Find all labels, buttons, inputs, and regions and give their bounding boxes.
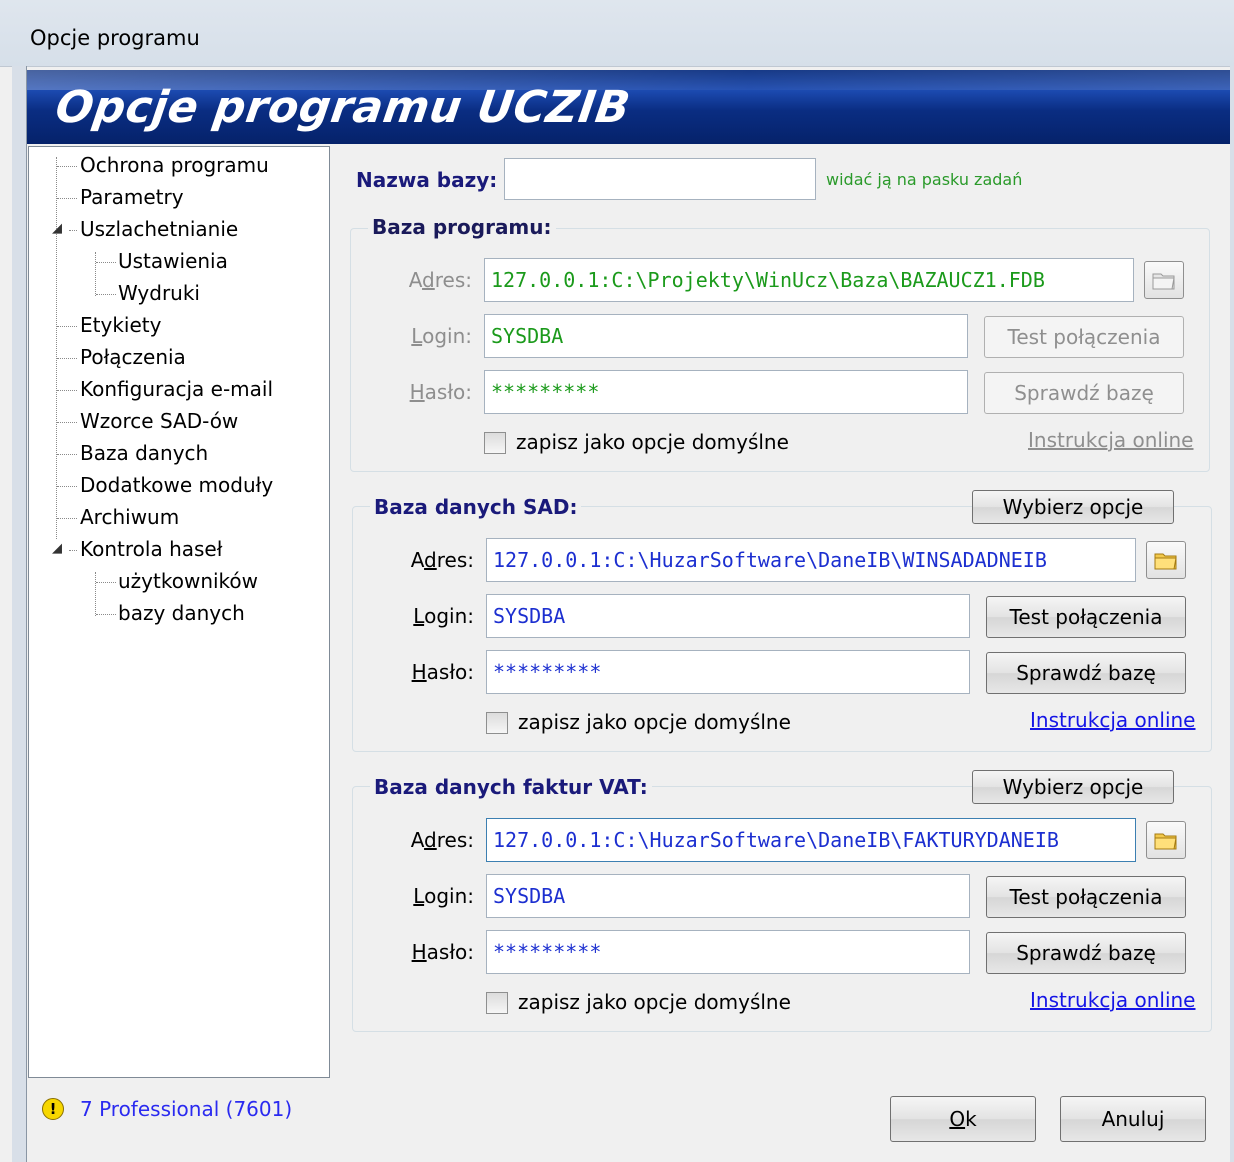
db-name-label: Nazwa bazy: xyxy=(356,168,498,192)
folder-icon xyxy=(1154,553,1177,570)
sad-test-connection-button[interactable]: Test połączenia xyxy=(986,596,1186,638)
vat-address-input[interactable]: 127.0.0.1:C:\HuzarSoftware\DaneIB\FAKTUR… xyxy=(486,818,1136,862)
sad-db-title: Baza danych SAD: xyxy=(370,495,582,519)
tree-line xyxy=(57,454,77,455)
options-tree[interactable]: Ochrona programu Parametry ◢ Uszlachetni… xyxy=(28,146,330,1078)
vat-save-default-checkbox[interactable] xyxy=(486,992,508,1014)
tree-line xyxy=(57,358,77,359)
tree-line xyxy=(69,550,77,551)
tree-item-parametry[interactable]: Parametry xyxy=(80,185,184,209)
tree-line xyxy=(57,390,77,391)
program-password-input[interactable]: ********* xyxy=(484,370,968,414)
tree-line xyxy=(57,518,77,519)
tree-line xyxy=(95,252,96,296)
vat-save-default-label: zapisz jako opcje domyślne xyxy=(518,990,791,1014)
tree-item-ochrona-programu[interactable]: Ochrona programu xyxy=(80,153,269,177)
sad-check-db-button[interactable]: Sprawdź bazę xyxy=(986,652,1186,694)
password-label: Hasło: xyxy=(409,380,472,404)
vat-choose-options-button[interactable]: Wybierz opcje xyxy=(972,770,1174,804)
address-label: Adres: xyxy=(408,268,472,292)
tree-item-wzorce-sad[interactable]: Wzorce SAD-ów xyxy=(80,409,238,433)
db-name-input[interactable] xyxy=(504,158,816,200)
vat-password-input[interactable]: ********* xyxy=(486,930,970,974)
sad-password-input[interactable]: ********* xyxy=(486,650,970,694)
address-label: Adres: xyxy=(410,548,474,572)
warning-icon: ! xyxy=(42,1098,64,1120)
window-title: Opcje programu xyxy=(30,26,200,50)
program-login-input[interactable]: SYSDBA xyxy=(484,314,968,358)
tree-item-archiwum[interactable]: Archiwum xyxy=(80,505,179,529)
vat-login-input[interactable]: SYSDBA xyxy=(486,874,970,918)
vat-db-title: Baza danych faktur VAT: xyxy=(370,775,652,799)
tree-item-polaczenia[interactable]: Połączenia xyxy=(80,345,186,369)
tree-item-bazy-danych[interactable]: bazy danych xyxy=(118,601,245,625)
sad-choose-options-button[interactable]: Wybierz opcje xyxy=(972,490,1174,524)
db-name-hint: widać ją na pasku zadań xyxy=(826,170,1023,189)
program-test-connection-button[interactable]: Test połączenia xyxy=(984,316,1184,358)
window-frame-right xyxy=(1230,66,1234,1162)
sad-save-default-label: zapisz jako opcje domyślne xyxy=(518,710,791,734)
tree-item-wydruki[interactable]: Wydruki xyxy=(118,281,200,305)
program-check-db-button[interactable]: Sprawdź bazę xyxy=(984,372,1184,414)
tree-line xyxy=(96,262,116,263)
status-text: 7 Professional (7601) xyxy=(80,1097,293,1121)
tree-item-uszlachetnianie[interactable]: Uszlachetnianie xyxy=(80,217,238,241)
expand-triangle-icon[interactable]: ◢ xyxy=(52,541,62,556)
tree-item-dodatkowe-moduly[interactable]: Dodatkowe moduły xyxy=(80,473,273,497)
cancel-button[interactable]: Anuluj xyxy=(1060,1096,1206,1142)
sad-address-input[interactable]: 127.0.0.1:C:\HuzarSoftware\DaneIB\WINSAD… xyxy=(486,538,1136,582)
tree-line xyxy=(57,486,77,487)
login-label: Login: xyxy=(413,604,474,628)
vat-browse-button[interactable] xyxy=(1146,821,1186,859)
login-label: Login: xyxy=(413,884,474,908)
sad-save-default-checkbox[interactable] xyxy=(486,712,508,734)
tree-line xyxy=(96,294,116,295)
folder-icon xyxy=(1152,273,1175,290)
banner-title: Opcje programu UCZIB xyxy=(52,82,634,133)
tree-item-baza-danych[interactable]: Baza danych xyxy=(80,441,208,465)
program-browse-button[interactable] xyxy=(1144,261,1184,299)
address-label: Adres: xyxy=(410,828,474,852)
program-db-title: Baza programu: xyxy=(368,215,556,239)
tree-line xyxy=(57,326,77,327)
vat-check-db-button[interactable]: Sprawdź bazę xyxy=(986,932,1186,974)
login-label: Login: xyxy=(411,324,472,348)
vat-help-link[interactable]: Instrukcja online xyxy=(1030,988,1196,1012)
sad-browse-button[interactable] xyxy=(1146,541,1186,579)
folder-icon xyxy=(1154,833,1177,850)
tree-item-etykiety[interactable]: Etykiety xyxy=(80,313,161,337)
sad-login-input[interactable]: SYSDBA xyxy=(486,594,970,638)
expand-triangle-icon[interactable]: ◢ xyxy=(52,221,62,236)
ok-button[interactable]: Ok xyxy=(890,1096,1036,1142)
tree-line xyxy=(56,157,57,539)
sad-help-link[interactable]: Instrukcja online xyxy=(1030,708,1196,732)
window-frame-left xyxy=(12,66,27,1162)
tree-line xyxy=(57,198,77,199)
password-label: Hasło: xyxy=(411,940,474,964)
program-save-default-checkbox[interactable] xyxy=(484,432,506,454)
tree-line xyxy=(57,422,77,423)
program-save-default-label: zapisz jako opcje domyślne xyxy=(516,430,789,454)
tree-item-ustawienia[interactable]: Ustawienia xyxy=(118,249,228,273)
program-help-link[interactable]: Instrukcja online xyxy=(1028,428,1194,452)
tree-item-uzytkownikow[interactable]: użytkowników xyxy=(118,569,258,593)
tree-line xyxy=(96,582,116,583)
tree-item-kontrola-hasel[interactable]: Kontrola haseł xyxy=(80,537,222,561)
vat-test-connection-button[interactable]: Test połączenia xyxy=(986,876,1186,918)
tree-line xyxy=(69,230,77,231)
tree-line xyxy=(96,614,116,615)
program-address-input[interactable]: 127.0.0.1:C:\Projekty\WinUcz\Baza\BAZAUC… xyxy=(484,258,1134,302)
tree-line xyxy=(57,166,77,167)
password-label: Hasło: xyxy=(411,660,474,684)
tree-line xyxy=(95,572,96,616)
tree-item-konfiguracja-email[interactable]: Konfiguracja e-mail xyxy=(80,377,273,401)
